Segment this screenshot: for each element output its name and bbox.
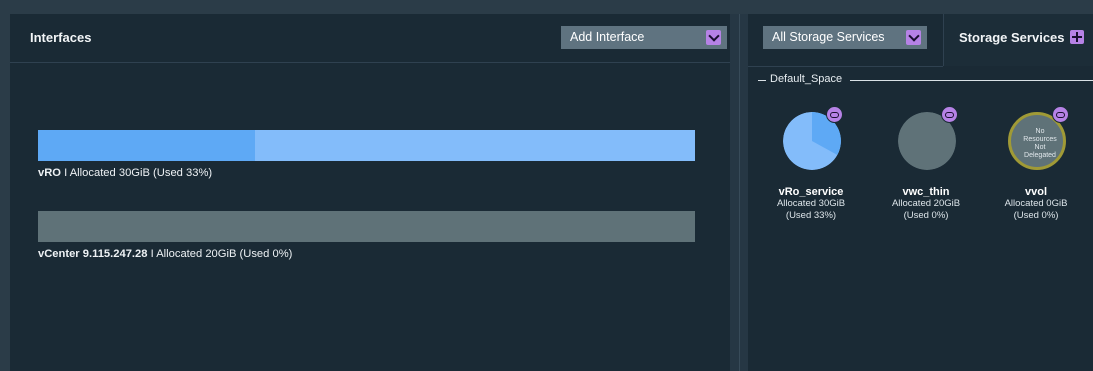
interface-name: vCenter 9.115.247.28 xyxy=(38,248,148,260)
chevron-down-icon xyxy=(706,30,721,45)
storage-service-card[interactable]: No Resources Not Delegated vvol Allocate… xyxy=(978,106,1093,222)
plus-icon[interactable] xyxy=(1070,30,1084,44)
empty-text-line: Delegated xyxy=(1024,152,1056,159)
interface-name: vRO xyxy=(38,167,62,179)
space-group-line-left xyxy=(758,80,766,81)
empty-text-line: Resources xyxy=(1023,136,1057,143)
link-icon[interactable] xyxy=(826,106,843,123)
storage-service-graphic: No Resources Not Delegated xyxy=(978,106,1093,178)
interface-usage-bar-vcenter[interactable] xyxy=(38,211,695,242)
storage-service-name: vvol xyxy=(1024,186,1047,198)
link-icon[interactable] xyxy=(941,106,958,123)
storage-service-card[interactable]: vRo_service Allocated 30GiB (Used 33%) xyxy=(753,106,869,222)
interface-usage-bar-vro[interactable] xyxy=(38,130,695,161)
panel-divider-line xyxy=(739,14,740,371)
storage-service-allocated: Allocated 30GiB xyxy=(776,198,846,209)
interface-usage-bar-used xyxy=(38,130,255,161)
interface-label-vcenter: vCenter 9.115.247.28 I Allocated 20GiB (… xyxy=(38,248,292,260)
storage-filter-label: All Storage Services xyxy=(772,30,885,44)
empty-text-line: Not xyxy=(1034,144,1046,151)
space-group-label: Default_Space xyxy=(770,73,843,85)
storage-service-graphic xyxy=(868,106,984,178)
tab-storage-services[interactable]: Storage Services xyxy=(943,14,1093,66)
interface-label-vro: vRO I Allocated 30GiB (Used 33%) xyxy=(38,167,212,179)
add-interface-dropdown[interactable]: Add Interface xyxy=(561,26,727,49)
link-icon[interactable] xyxy=(1052,106,1069,123)
storage-service-used: (Used 0%) xyxy=(1013,210,1059,221)
storage-service-name: vwc_thin xyxy=(902,186,950,198)
storage-services-panel: All Storage Services Storage Services De… xyxy=(748,14,1093,371)
interfaces-title: Interfaces xyxy=(30,30,92,45)
tab-rule xyxy=(748,66,943,67)
storage-service-allocated: Allocated 0GiB xyxy=(1004,198,1068,209)
space-group-line-right xyxy=(850,80,1093,81)
storage-service-name: vRo_service xyxy=(778,186,844,198)
empty-resource-text: No Resources Not Delegated xyxy=(1011,128,1069,160)
interfaces-panel: Interfaces Add Interface vRO I Allocated… xyxy=(10,14,730,371)
interface-detail: I Allocated 20GiB (Used 0%) xyxy=(150,248,293,260)
chevron-down-icon xyxy=(906,30,921,45)
storage-services-filter-dropdown[interactable]: All Storage Services xyxy=(763,26,927,49)
add-interface-label: Add Interface xyxy=(570,30,645,44)
tab-storage-services-label: Storage Services xyxy=(959,30,1065,45)
app-window: Interfaces Add Interface vRO I Allocated… xyxy=(0,0,1093,371)
interface-detail: I Allocated 30GiB (Used 33%) xyxy=(64,167,213,179)
storage-service-used: (Used 0%) xyxy=(903,210,949,221)
storage-service-used: (Used 33%) xyxy=(785,210,837,221)
storage-service-graphic xyxy=(753,106,869,178)
storage-service-allocated: Allocated 20GiB xyxy=(891,198,961,209)
empty-text-line: No xyxy=(1035,128,1045,135)
interfaces-header: Interfaces Add Interface xyxy=(10,14,730,63)
storage-service-card[interactable]: vwc_thin Allocated 20GiB (Used 0%) xyxy=(868,106,984,222)
